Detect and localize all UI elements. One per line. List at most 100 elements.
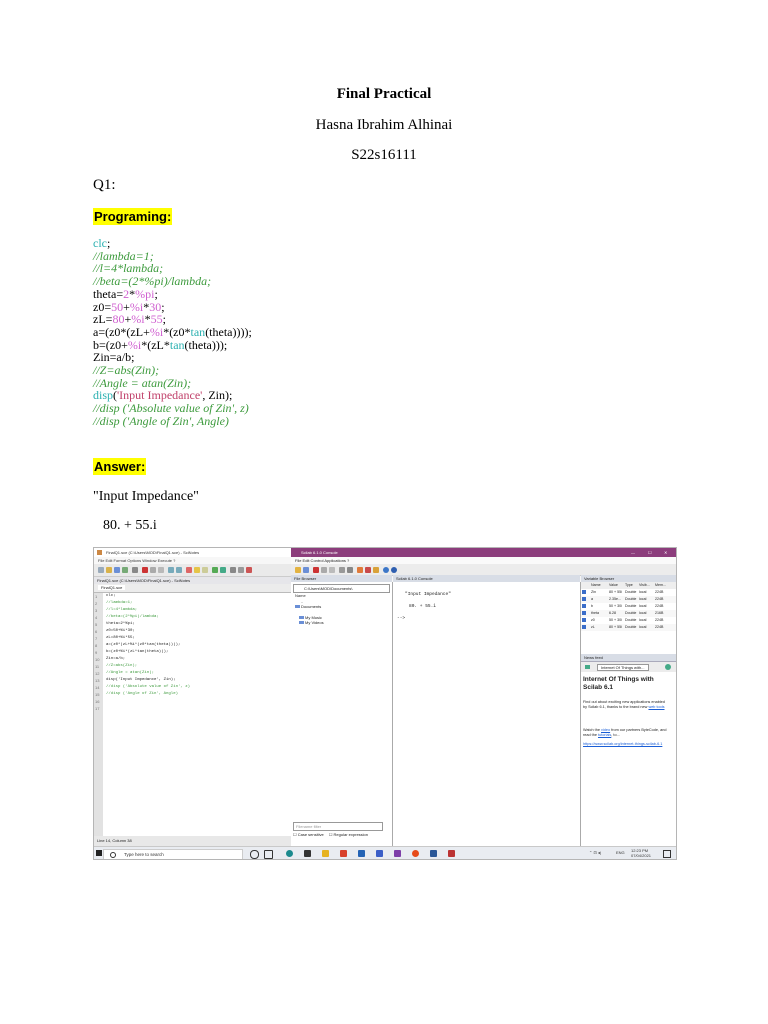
- file-explorer-icon[interactable]: [322, 850, 329, 857]
- next-arrow-icon[interactable]: [665, 664, 671, 670]
- store-icon[interactable]: [304, 850, 311, 857]
- console-icon[interactable]: [230, 567, 236, 573]
- console-prompt: -->: [397, 616, 406, 621]
- scinotes-icon[interactable]: [357, 567, 363, 573]
- regex-checkbox[interactable]: ☐ Regular expression: [329, 832, 368, 837]
- name-column-header[interactable]: Name: [295, 593, 306, 598]
- author-name: Hasna Ibrahim Alhinai: [315, 117, 453, 133]
- variable-cell: zL: [591, 625, 595, 629]
- help-icon[interactable]: [383, 567, 389, 573]
- news-item-select[interactable]: Internet Of Things with...: [597, 664, 649, 671]
- matrix-icon: [582, 597, 586, 601]
- filename-filter-input[interactable]: Filename filter: [293, 822, 383, 831]
- line-number: 5: [95, 622, 98, 627]
- variable-cell: Double: [625, 597, 637, 601]
- demo-icon[interactable]: [391, 567, 397, 573]
- variable-cell: local: [639, 590, 647, 594]
- news-icon[interactable]: [585, 665, 590, 669]
- search-icon[interactable]: [186, 567, 192, 573]
- code-line: //disp ('Absolute value of Zin', z): [93, 401, 249, 416]
- task-view-icon[interactable]: [264, 850, 273, 859]
- maximize-icon[interactable]: ☐: [648, 550, 652, 555]
- line-number: 11: [95, 664, 100, 669]
- open-icon[interactable]: [295, 567, 301, 573]
- xcos-icon[interactable]: [365, 567, 371, 573]
- line-number: 13: [95, 678, 100, 683]
- cut-icon[interactable]: [142, 567, 148, 573]
- tree-item-videos[interactable]: My Videos: [299, 620, 324, 625]
- console-output-label: "Input Impedance": [405, 592, 451, 597]
- editor-menu-bar[interactable]: File Edit Format Options Window Execute …: [94, 557, 291, 564]
- line-number: 14: [95, 685, 100, 690]
- windows-start-icon[interactable]: [96, 850, 102, 856]
- tree-item-documents[interactable]: Documents: [295, 604, 321, 609]
- paste-icon[interactable]: [329, 567, 335, 573]
- save-as-icon[interactable]: [122, 567, 128, 573]
- execute-file-icon[interactable]: [220, 567, 226, 573]
- calendar-icon[interactable]: [376, 850, 383, 857]
- redo-icon[interactable]: [176, 567, 182, 573]
- console-output-pane[interactable]: "Input Impedance" 80. + 55.i -->: [393, 582, 581, 846]
- clock[interactable]: 12:23 PM 07/04/2021: [631, 848, 651, 858]
- module-manager-icon[interactable]: [373, 567, 379, 573]
- chrome-icon[interactable]: [412, 850, 419, 857]
- document-title: Final Practical: [336, 86, 432, 102]
- execute-icon[interactable]: [212, 567, 218, 573]
- close-icon[interactable]: ✕: [664, 550, 667, 555]
- teams-icon[interactable]: [394, 850, 401, 857]
- language-indicator[interactable]: ENG: [616, 850, 625, 856]
- scilab-taskbar-icon[interactable]: [448, 850, 455, 857]
- folder-icon: [295, 605, 300, 608]
- copy-icon[interactable]: [321, 567, 327, 573]
- indent-icon[interactable]: [202, 567, 208, 573]
- edge-icon[interactable]: [286, 850, 293, 857]
- save-icon[interactable]: [114, 567, 120, 573]
- paste-icon[interactable]: [158, 567, 164, 573]
- new-icon[interactable]: [303, 567, 309, 573]
- tray-icons[interactable]: ⌃ ⊡ ◂): [589, 850, 601, 856]
- variable-cell: a: [591, 597, 593, 601]
- line-number: 16: [95, 699, 100, 704]
- taskbar-search-input[interactable]: Type here to search: [103, 849, 243, 859]
- copy-icon[interactable]: [150, 567, 156, 573]
- print-icon[interactable]: [347, 567, 353, 573]
- cortana-icon[interactable]: [250, 850, 259, 859]
- cut-icon[interactable]: [313, 567, 319, 573]
- mail-icon[interactable]: [358, 850, 365, 857]
- console-output-value: 80. + 55.i: [409, 604, 437, 609]
- print-icon[interactable]: [132, 567, 138, 573]
- scinotes-window: FinalQ1.sce (C:\Users\MOD\FinalQ1.sce) -…: [94, 548, 292, 846]
- close-icon[interactable]: [246, 567, 252, 573]
- file-path-field[interactable]: C:\Users\MOD\Documents\: [293, 584, 390, 593]
- editor-code-line: //Angle = atan(Zin);: [106, 671, 155, 675]
- office-icon[interactable]: [340, 850, 347, 857]
- new-file-icon[interactable]: [98, 567, 104, 573]
- minimize-icon[interactable]: —: [631, 550, 635, 555]
- variable-row[interactable]: Zin 80 + 55i Double local 224B: [581, 589, 676, 596]
- word-icon[interactable]: [430, 850, 437, 857]
- line-number: 12: [95, 671, 100, 676]
- news-url-link[interactable]: https://www.scilab.org/internet-things-s…: [583, 742, 675, 747]
- undo-icon[interactable]: [168, 567, 174, 573]
- variable-row[interactable]: theta 6.28 Double local 216B: [581, 610, 676, 617]
- open-folder-icon[interactable]: [106, 567, 112, 573]
- line-number: 6: [95, 629, 98, 634]
- comment-icon[interactable]: [194, 567, 200, 573]
- tutorials-link[interactable]: tutorials: [598, 733, 611, 737]
- video-link[interactable]: video: [601, 728, 610, 732]
- case-sensitive-checkbox[interactable]: ☐ Case sensitive: [293, 832, 324, 837]
- notification-icon[interactable]: [663, 850, 671, 858]
- variable-row[interactable]: z0 50 + 30i Double local 224B: [581, 617, 676, 624]
- web-tools-link[interactable]: web tools: [648, 705, 664, 709]
- clear-icon[interactable]: [339, 567, 345, 573]
- xcos-icon[interactable]: [238, 567, 244, 573]
- variable-cell: local: [639, 611, 647, 615]
- variable-cell: local: [639, 625, 647, 629]
- variable-row[interactable]: b 50 + 30i Double local 224B: [581, 603, 676, 610]
- variable-row[interactable]: zL 80 + 55i Double local 224B: [581, 624, 676, 631]
- editor-tab[interactable]: FinalQ1.sce: [94, 584, 291, 593]
- console-menu-bar[interactable]: File Edit Control Applications ?: [291, 557, 676, 564]
- matrix-icon: [582, 604, 586, 608]
- variable-row[interactable]: a 2.35e... Double local 224B: [581, 596, 676, 603]
- variable-cell: local: [639, 597, 647, 601]
